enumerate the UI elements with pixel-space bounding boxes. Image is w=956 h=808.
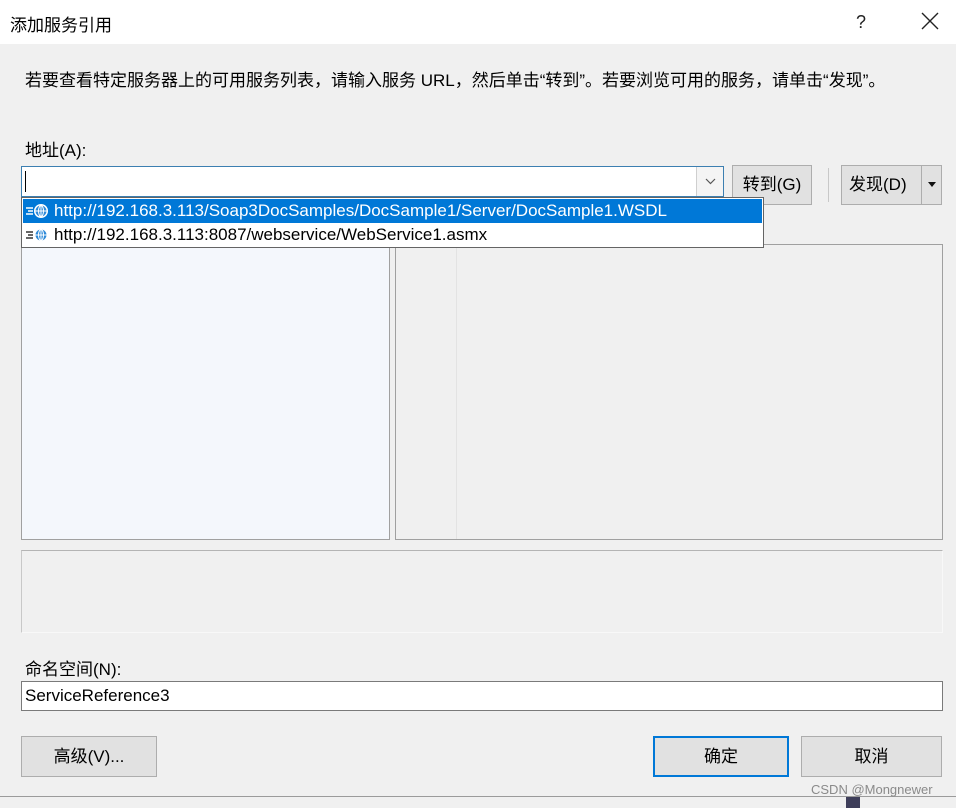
dialog-title: 添加服务引用 bbox=[10, 16, 112, 35]
address-input[interactable] bbox=[25, 169, 695, 194]
services-tree-panel[interactable] bbox=[21, 244, 390, 540]
discover-label: 发现(D) bbox=[849, 175, 907, 194]
address-history-item[interactable]: http://192.168.3.113/Soap3DocSamples/Doc… bbox=[23, 199, 762, 223]
address-history-item[interactable]: http://192.168.3.113:8087/webservice/Web… bbox=[23, 223, 762, 247]
web-service-icon bbox=[26, 204, 48, 218]
toolbar-separator bbox=[828, 168, 829, 202]
advanced-button[interactable]: 高级(V)... bbox=[21, 736, 157, 777]
ok-button[interactable]: 确定 bbox=[653, 736, 789, 777]
address-dropdown-button[interactable] bbox=[696, 167, 723, 196]
address-label: 地址(A): bbox=[25, 141, 87, 160]
taskbar-fragment bbox=[846, 797, 860, 808]
chevron-down-icon bbox=[705, 178, 715, 185]
address-history-url: http://192.168.3.113/Soap3DocSamples/Doc… bbox=[54, 201, 667, 220]
watermark-text: CSDN @Mongnewer bbox=[811, 782, 933, 797]
discover-dropdown-button[interactable] bbox=[921, 166, 941, 204]
status-panel bbox=[21, 550, 943, 633]
namespace-input[interactable] bbox=[21, 681, 943, 711]
instructions-text: 若要查看特定服务器上的可用服务列表，请输入服务 URL，然后单击“转到”。若要浏… bbox=[25, 71, 886, 90]
close-icon bbox=[921, 12, 939, 30]
help-button[interactable]: ? bbox=[846, 6, 876, 38]
operations-panel-divider bbox=[456, 245, 457, 539]
caret-down-icon bbox=[927, 182, 936, 187]
namespace-label: 命名空间(N): bbox=[25, 660, 122, 679]
title-bar: 添加服务引用 ? bbox=[0, 0, 956, 44]
close-button[interactable] bbox=[912, 6, 948, 38]
address-combobox[interactable] bbox=[21, 166, 724, 197]
cancel-button[interactable]: 取消 bbox=[801, 736, 942, 777]
web-service-icon bbox=[26, 229, 47, 241]
address-history-url: http://192.168.3.113:8087/webservice/Web… bbox=[54, 225, 488, 244]
text-caret bbox=[25, 171, 26, 192]
discover-button[interactable]: 发现(D) bbox=[841, 165, 942, 205]
window-bottom-strip bbox=[0, 796, 956, 808]
operations-panel[interactable] bbox=[395, 244, 943, 540]
address-history-dropdown: http://192.168.3.113/Soap3DocSamples/Doc… bbox=[21, 197, 764, 248]
